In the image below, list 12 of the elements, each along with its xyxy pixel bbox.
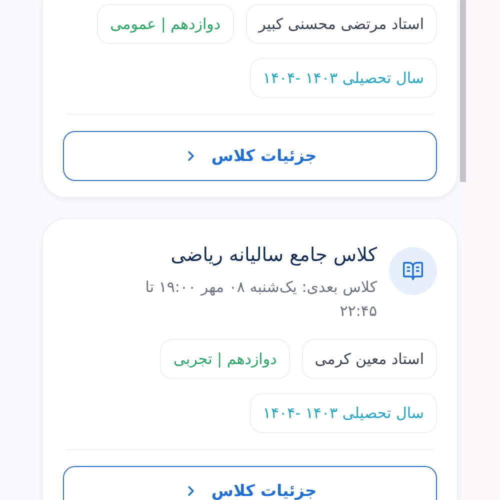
- info-chip: استاد مرتضی محسنی کبیر: [246, 4, 437, 44]
- info-chip: سال تحصیلی ۱۴۰۳ -۱۴۰۴: [250, 393, 437, 433]
- book-icon: [389, 247, 437, 295]
- info-chip: دوازدهم | عمومی: [97, 4, 234, 44]
- info-chip: دوازدهم | تجربی: [160, 339, 290, 379]
- scrollbar[interactable]: [460, 0, 466, 182]
- class-title: کلاس جامع سالیانه ریاضی: [170, 243, 377, 268]
- next-session-text: کلاس بعدی: یک‌شنبه ۰۸ مهر ۱۹:۰۰ تا ۲۲:۴۵: [144, 277, 377, 322]
- info-chip: سال تحصیلی ۱۴۰۳ -۱۴۰۴: [250, 58, 437, 98]
- class-details-button[interactable]: جزئیات کلاس: [63, 131, 437, 181]
- class-details-button[interactable]: جزئیات کلاس: [63, 466, 437, 500]
- info-chip: استاد معین کرمی: [302, 339, 437, 379]
